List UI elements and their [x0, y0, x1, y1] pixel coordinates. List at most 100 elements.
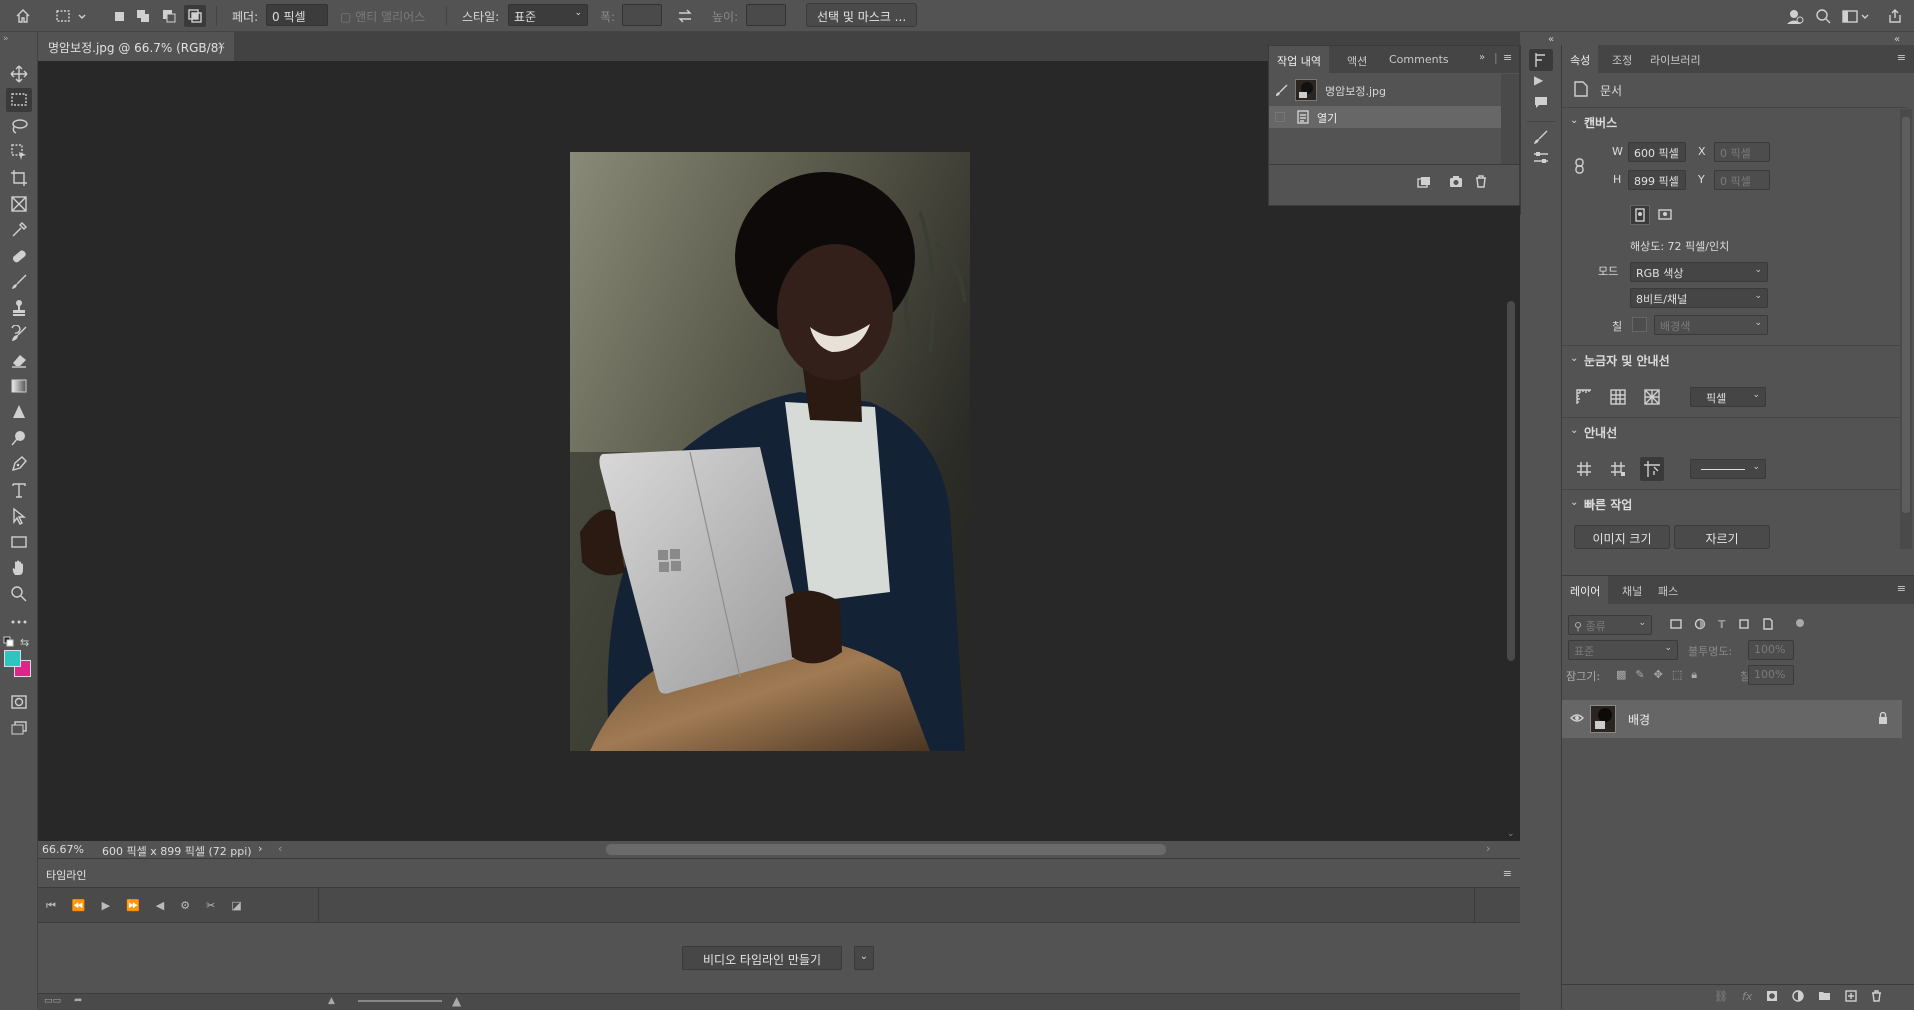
ruler-unit-select[interactable]: 픽셀 ⌄: [1690, 387, 1766, 407]
smart-guides-icon[interactable]: [1640, 457, 1664, 481]
tab-actions[interactable]: 액션: [1339, 46, 1375, 73]
lasso-tool-icon[interactable]: [6, 114, 32, 138]
select-and-mask-button[interactable]: 선택 및 마스크 ...: [806, 3, 918, 27]
canvas-width-input[interactable]: 600 픽셀: [1628, 142, 1686, 162]
frame-tool-icon[interactable]: [6, 192, 32, 216]
collapse-toolbar-icon[interactable]: »: [3, 34, 9, 44]
transition-icon[interactable]: ◪: [231, 899, 241, 913]
subtract-selection-icon[interactable]: [158, 5, 180, 27]
pixel-grid-icon[interactable]: [1644, 389, 1660, 405]
history-step[interactable]: 열기: [1269, 106, 1501, 128]
add-selection-icon[interactable]: [132, 5, 154, 27]
user-icon[interactable]: [1784, 5, 1806, 27]
height-input[interactable]: [746, 4, 786, 26]
actions-panel-icon[interactable]: ▶: [1534, 73, 1543, 87]
rectangle-tool-icon[interactable]: [6, 530, 32, 554]
opacity-input[interactable]: 100%: [1748, 640, 1794, 660]
layer-row[interactable]: 배경: [1562, 700, 1902, 738]
lock-artboard-icon[interactable]: ⬚: [1672, 668, 1682, 682]
layer-style-icon[interactable]: fx: [1742, 990, 1752, 1003]
gradient-tool-icon[interactable]: [6, 374, 32, 398]
eraser-tool-icon[interactable]: [6, 348, 32, 372]
pen-tool-icon[interactable]: [6, 452, 32, 476]
foreground-color-swatch[interactable]: [4, 650, 21, 667]
feather-input[interactable]: 0 픽셀: [266, 4, 328, 26]
timeline-zoom-slider[interactable]: [358, 1000, 442, 1002]
layer-visibility-eye-icon[interactable]: [1570, 713, 1584, 723]
crop-tool-icon[interactable]: [6, 166, 32, 190]
quick-mask-icon[interactable]: [6, 690, 32, 714]
close-tab-icon[interactable]: ×: [217, 39, 226, 52]
portrait-orientation-icon[interactable]: [1630, 205, 1650, 225]
delete-layer-icon[interactable]: [1871, 990, 1882, 1003]
guide-style-select[interactable]: ⌄: [1690, 459, 1766, 479]
quick-actions-collapse-icon[interactable]: ⌄: [1570, 497, 1578, 508]
workspace-icon[interactable]: [1840, 5, 1870, 27]
brush-settings-icon[interactable]: [1533, 129, 1549, 145]
canvas-height-input[interactable]: 899 픽셀: [1628, 170, 1686, 190]
comments-panel-icon[interactable]: [1533, 95, 1549, 109]
more-tools-icon[interactable]: [6, 610, 32, 634]
filter-shape-icon[interactable]: [1738, 618, 1750, 631]
dodge-tool-icon[interactable]: [6, 426, 32, 450]
brush-tool-icon[interactable]: [6, 270, 32, 294]
fill-opacity-input[interactable]: 100%: [1748, 665, 1794, 685]
search-icon[interactable]: [1812, 5, 1834, 27]
ruler-icon[interactable]: [1576, 389, 1592, 405]
timeline-tab[interactable]: 타임라인: [38, 859, 96, 887]
lock-all-icon[interactable]: 🔒︎: [1691, 668, 1697, 682]
swap-colors-icon[interactable]: ⇆: [20, 636, 29, 649]
split-icon[interactable]: ✂: [206, 899, 215, 913]
filter-smart-object-icon[interactable]: [1762, 618, 1774, 631]
collapse-dock-right-icon[interactable]: «: [1894, 34, 1900, 45]
path-selection-icon[interactable]: [6, 504, 32, 528]
crop-button[interactable]: 자르기: [1674, 525, 1770, 549]
render-icon[interactable]: ▭▭: [44, 996, 61, 1006]
history-panel-icon[interactable]: [1529, 49, 1553, 71]
screen-mode-icon[interactable]: [6, 716, 32, 740]
document-tab[interactable]: 명암보정.jpg @ 66.7% (RGB/8) ×: [38, 32, 234, 61]
tab-comments[interactable]: Comments: [1381, 46, 1457, 73]
x-input[interactable]: 0 픽셀: [1714, 142, 1770, 162]
tab-layers[interactable]: 레이어: [1562, 576, 1609, 604]
zoom-in-timeline-icon[interactable]: ▲: [452, 994, 461, 1008]
layer-lock-icon[interactable]: [1878, 712, 1888, 724]
default-colors-icon[interactable]: [3, 636, 15, 648]
image-size-button[interactable]: 이미지 크기: [1574, 525, 1670, 549]
anti-alias-checkbox[interactable]: ▢ 앤티 앨리어스: [340, 8, 425, 25]
hand-tool-icon[interactable]: [6, 556, 32, 580]
canvas-collapse-icon[interactable]: ⌄: [1570, 115, 1578, 126]
timeline-options-dropdown[interactable]: ⌄: [854, 946, 874, 970]
grid-icon[interactable]: [1610, 389, 1626, 405]
guides-icon[interactable]: [1576, 461, 1592, 477]
expand-panel-icon[interactable]: »: [1479, 52, 1485, 63]
tab-properties[interactable]: 속성: [1562, 45, 1599, 73]
bit-depth-select[interactable]: 8비트/채널 ⌄: [1630, 288, 1768, 308]
play-icon[interactable]: ▶: [102, 899, 110, 913]
fill-select[interactable]: 배경색 ⌄: [1654, 315, 1768, 335]
new-selection-icon[interactable]: [108, 5, 130, 27]
share-icon[interactable]: [1884, 5, 1906, 27]
new-layer-icon[interactable]: [1845, 990, 1858, 1003]
trash-icon[interactable]: [1475, 175, 1487, 188]
filter-toggle-icon[interactable]: [1796, 619, 1804, 627]
rulers-collapse-icon[interactable]: ⌄: [1570, 353, 1578, 364]
adjustment-layer-icon[interactable]: [1792, 990, 1805, 1003]
home-icon[interactable]: [12, 5, 34, 27]
y-input[interactable]: 0 픽셀: [1714, 170, 1770, 190]
filter-pixel-icon[interactable]: [1670, 618, 1682, 631]
new-group-icon[interactable]: [1818, 990, 1831, 1003]
clone-stamp-icon[interactable]: [6, 296, 32, 320]
tab-libraries[interactable]: 라이브러리: [1642, 45, 1709, 72]
tab-history[interactable]: 작업 내역: [1269, 46, 1329, 73]
swap-icon[interactable]: [674, 5, 696, 27]
tab-paths[interactable]: 패스: [1650, 576, 1686, 603]
width-input[interactable]: [622, 4, 662, 26]
vertical-scroll-thumb[interactable]: [1507, 301, 1515, 661]
style-select[interactable]: 표준 ⌄: [508, 4, 588, 26]
prev-frame-icon[interactable]: ⏪: [72, 899, 86, 913]
settings-icon[interactable]: ⚙: [180, 899, 190, 913]
link-dimensions-icon[interactable]: [1574, 158, 1586, 174]
audio-icon[interactable]: ◀: [156, 899, 164, 913]
history-menu-icon[interactable]: ≡: [1503, 51, 1512, 64]
